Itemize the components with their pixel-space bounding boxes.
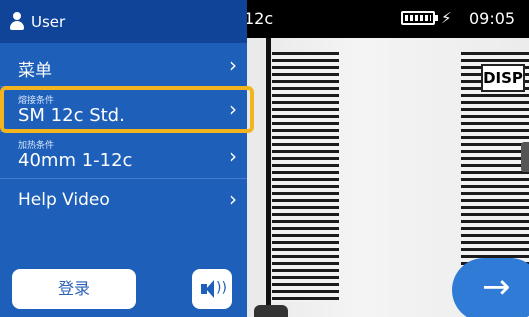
disp-button[interactable]: DISP xyxy=(481,64,525,92)
battery-tip xyxy=(435,15,438,21)
speaker-cone xyxy=(206,280,214,298)
battery-icon xyxy=(401,11,435,25)
arrow-right-icon: → xyxy=(482,267,511,307)
splicer-screen: 12c ⚡ 09:05 DISP → User 菜单 › 熔接条件 SM 12c… xyxy=(0,0,529,317)
panel-header[interactable]: User xyxy=(0,0,247,43)
menu-item-label: Help Video xyxy=(18,190,110,210)
user-label: User xyxy=(31,13,66,31)
side-tab-handle[interactable] xyxy=(521,142,529,172)
selection-highlight xyxy=(0,86,254,133)
bottom-handle[interactable] xyxy=(254,305,288,317)
menu-item-menu[interactable]: 菜单 › xyxy=(0,43,247,87)
center-line xyxy=(266,38,271,317)
menu-item-help-video[interactable]: Help Video › xyxy=(0,179,247,223)
clock: 09:05 xyxy=(469,9,516,28)
chevron-right-icon: › xyxy=(229,187,237,211)
sound-button[interactable]: )) xyxy=(192,269,232,309)
menu-item-label: 菜单 xyxy=(18,61,52,81)
menu-panel: User 菜单 › 熔接条件 SM 12c Std. › 加热条件 40mm 1… xyxy=(0,0,247,317)
menu-item-label: 40mm 1-12c xyxy=(18,150,133,171)
user-icon xyxy=(10,12,24,32)
charging-icon: ⚡ xyxy=(441,9,452,27)
login-button[interactable]: 登录 xyxy=(12,269,136,309)
status-title: 12c xyxy=(244,9,274,28)
fiber-ribbon-left xyxy=(272,52,339,302)
next-button[interactable]: → xyxy=(452,258,529,317)
sound-waves-icon: )) xyxy=(216,280,227,296)
chevron-right-icon: › xyxy=(229,53,237,77)
chevron-right-icon: › xyxy=(229,144,237,168)
menu-item-heat-condition[interactable]: 加热条件 40mm 1-12c › xyxy=(0,132,247,179)
